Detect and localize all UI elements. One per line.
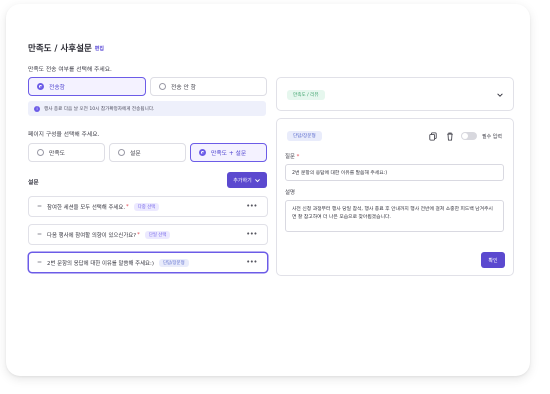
layout-option-satisfaction[interactable]: 만족도 <box>28 143 105 162</box>
radio-selected-icon <box>37 83 44 90</box>
more-horizontal-icon[interactable]: ••• <box>246 258 257 266</box>
send-option-no-label: 전송 안 함 <box>171 85 197 91</box>
satisfaction-review-chip: 만족도 / 리뷰 <box>287 90 325 100</box>
radio-unselected-icon <box>37 149 44 156</box>
drag-handle-icon[interactable]: = <box>37 203 42 210</box>
more-horizontal-icon[interactable]: ••• <box>246 230 257 238</box>
send-option-no[interactable]: 전송 안 함 <box>150 77 267 96</box>
radio-unselected-icon <box>159 83 166 90</box>
chevron-down-icon[interactable] <box>496 91 504 99</box>
send-section-label: 만족도 전송 여부를 선택해 주세요. <box>28 67 112 73</box>
trash-icon[interactable] <box>446 132 454 141</box>
question-editor-panel <box>276 118 514 276</box>
required-mark: * <box>296 154 300 160</box>
layout-option-both-label: 만족도 + 설문 <box>211 151 247 157</box>
add-question-label: 추가하기 <box>233 177 252 184</box>
question-input[interactable]: 2번 문항의 응답에 대한 이유를 말씀해 주세요:) <box>285 164 504 181</box>
radio-unselected-icon <box>118 149 125 156</box>
chevron-down-icon <box>254 178 260 182</box>
question-type-tag: 단일 선택 <box>144 230 171 239</box>
page-title-text: 만족도 / 사후설문 <box>28 44 92 54</box>
radio-selected-icon <box>199 149 206 156</box>
drag-handle-icon[interactable]: = <box>37 259 42 266</box>
add-question-button[interactable]: 추가하기 <box>227 172 267 188</box>
question-type-tag: 다중 선택 <box>133 202 160 211</box>
layout-option-survey[interactable]: 설문 <box>109 143 186 162</box>
question-type-chip: 단답/장문형 <box>287 131 322 141</box>
survey-section-label: 설문 <box>28 180 39 186</box>
description-field-label: 설명 <box>285 190 295 196</box>
question-item-2[interactable]: = 다음 행사에 참여할 의향이 있으신가요? * 단일 선택 ••• <box>28 224 268 245</box>
info-icon: i <box>34 105 40 112</box>
question-text: 참여한 세션을 모두 선택해 주세요. <box>47 204 126 211</box>
question-item-3[interactable]: = 2번 문항의 응답에 대한 이유를 말씀해 주세요:) 단답/장문형 ••• <box>28 252 268 273</box>
copy-icon[interactable] <box>429 132 437 141</box>
question-item-1[interactable]: = 참여한 세션을 모두 선택해 주세요. * 다중 선택 ••• <box>28 196 268 217</box>
required-toggle[interactable] <box>461 132 477 140</box>
required-toggle-label: 필수 입력 <box>482 134 502 140</box>
send-notice: i 행사 종료 다음 날 오전 10시 참가확정자에게 전송됩니다. <box>28 101 266 116</box>
edit-title-icon[interactable]: 편집 <box>95 45 104 52</box>
question-type-tag: 단답/장문형 <box>158 258 189 267</box>
question-field-label: 질문 * <box>285 152 299 160</box>
layout-option-survey-label: 설문 <box>130 151 141 157</box>
send-option-yes[interactable]: 전송함 <box>28 77 146 96</box>
required-mark: * <box>137 231 140 238</box>
layout-option-satisfaction-label: 만족도 <box>49 151 65 157</box>
drag-handle-icon[interactable]: = <box>37 231 42 238</box>
layout-section-label: 페이지 구성을 선택해 주세요. <box>28 132 100 138</box>
question-field-label-text: 질문 <box>285 154 295 160</box>
question-text: 다음 행사에 참여할 의향이 있으신가요? <box>47 232 137 239</box>
page-title: 만족도 / 사후설문 편집 <box>28 42 104 54</box>
confirm-button[interactable]: 확인 <box>481 252 505 268</box>
send-option-yes-label: 전송함 <box>49 85 65 91</box>
more-horizontal-icon[interactable]: ••• <box>246 202 257 210</box>
layout-option-both[interactable]: 만족도 + 설문 <box>190 143 267 162</box>
send-notice-text: 행사 종료 다음 날 오전 10시 참가확정자에게 전송됩니다. <box>44 106 155 112</box>
question-text: 2번 문항의 응답에 대한 이유를 말씀해 주세요:) <box>47 260 154 267</box>
required-mark: * <box>126 203 129 210</box>
description-textarea[interactable]: 사전 신청 과정부터 행사 당일 참석, 행사 종료 후 안내까지 행사 전반에… <box>285 200 504 232</box>
